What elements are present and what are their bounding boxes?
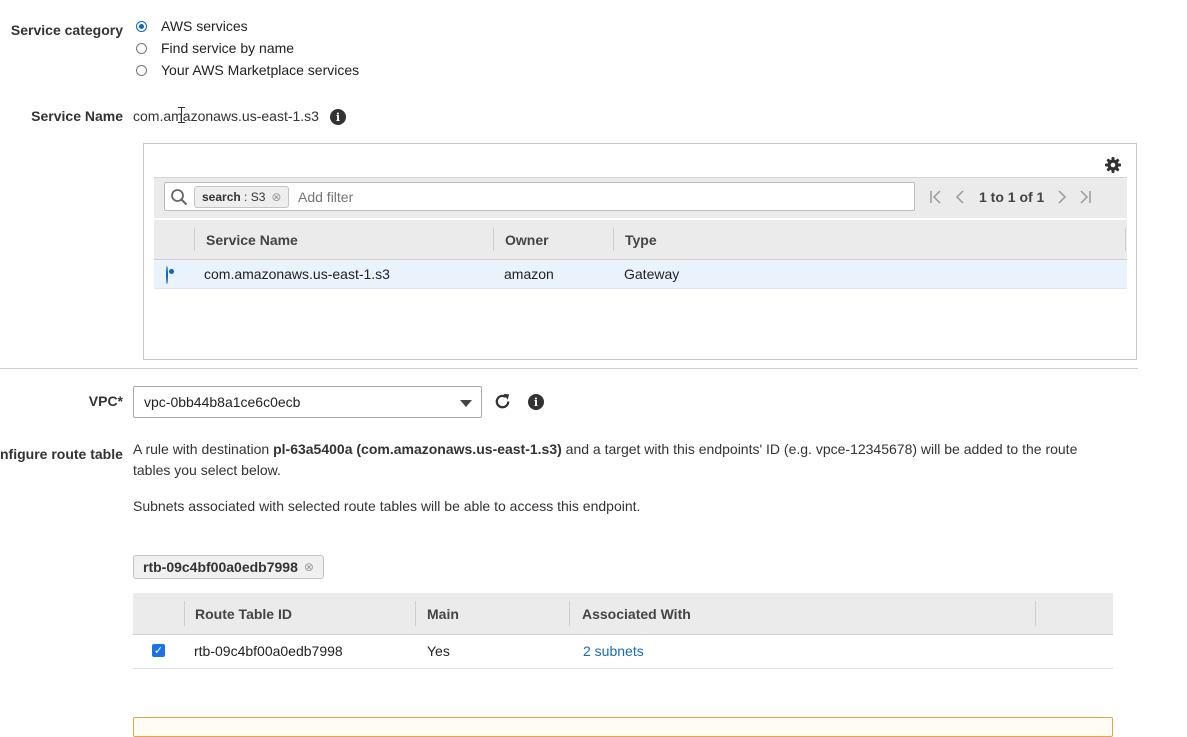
column-header-main[interactable]: Main [427, 593, 459, 634]
radio-button[interactable] [136, 64, 147, 76]
radio-label: AWS services [161, 18, 248, 34]
radio-label: Your AWS Marketplace services [161, 62, 360, 78]
services-table-header: Service Name Owner Type [154, 220, 1127, 260]
info-icon[interactable]: i [330, 109, 346, 125]
filter-token-sep: : [240, 190, 251, 204]
table-row[interactable]: ✓ rtb-09c4bf00a0edb7998 Yes 2 subnets [133, 635, 1113, 669]
column-header-type[interactable]: Type [625, 220, 657, 259]
next-page-icon[interactable] [1055, 190, 1069, 204]
route-table-token[interactable]: rtb-09c4bf00a0edb7998 ⊗ [133, 555, 324, 579]
vpc-select[interactable]: vpc-0bb44b8a1ce6c0ecb [133, 386, 482, 418]
info-icon[interactable]: i [528, 394, 544, 410]
close-icon[interactable]: ⊗ [304, 560, 314, 574]
text-cursor-icon-top [178, 107, 185, 108]
cell-main: Yes [427, 643, 450, 659]
checkbox-icon[interactable]: ✓ [152, 644, 165, 657]
text-cursor-icon-bottom [178, 122, 185, 123]
subnets-note: Subnets associated with selected route t… [133, 498, 641, 514]
column-header-route-table-id[interactable]: Route Table ID [195, 593, 292, 634]
route-tables-description: A rule with destination pl-63a5400a (com… [133, 439, 1113, 481]
radio-find-service-by-name[interactable]: Find service by name [136, 40, 294, 56]
vpc-select-value: vpc-0bb44b8a1ce6c0ecb [144, 394, 301, 410]
cell-service-name: com.amazonaws.us-east-1.s3 [204, 266, 390, 282]
cell-route-table-id: rtb-09c4bf00a0edb7998 [194, 643, 343, 659]
chevron-down-icon [460, 400, 472, 407]
filter-input[interactable] [298, 188, 698, 206]
close-icon[interactable]: ⊗ [271, 190, 281, 204]
text-cursor-icon [181, 107, 182, 123]
first-page-icon[interactable] [929, 190, 943, 204]
filter-token-value: S3 [250, 190, 266, 204]
column-header-owner[interactable]: Owner [505, 220, 549, 259]
pagination-text: 1 to 1 of 1 [979, 189, 1045, 205]
service-category-label: Service category [10, 22, 123, 38]
route-tables-label: nfigure route tables [0, 446, 123, 462]
cell-type: Gateway [624, 266, 680, 282]
route-table-token-label: rtb-09c4bf00a0edb7998 [143, 559, 298, 575]
section-divider [0, 368, 1138, 369]
filter-token-key: search [202, 190, 241, 204]
filter-token[interactable]: search : S3 ⊗ [194, 186, 290, 208]
cell-owner: amazon [504, 266, 554, 282]
cell-associated-with-link[interactable]: 2 subnets [583, 643, 644, 659]
column-header-associated-with[interactable]: Associated With [582, 593, 691, 634]
desc-text: A rule with destination [133, 441, 274, 457]
gear-icon[interactable] [1104, 156, 1122, 174]
search-icon [171, 189, 188, 206]
radio-label: Find service by name [161, 40, 295, 56]
service-name-label: Service Name [31, 108, 123, 124]
radio-button-selected[interactable] [136, 20, 147, 32]
column-header-service-name[interactable]: Service Name [206, 220, 298, 259]
table-row[interactable]: com.amazonaws.us-east-1.s3 amazon Gatewa… [154, 260, 1127, 289]
route-table-header: Route Table ID Main Associated With [133, 593, 1113, 635]
desc-text: tables you select below. [133, 462, 281, 478]
refresh-icon[interactable] [493, 392, 512, 411]
prev-page-icon[interactable] [953, 190, 967, 204]
vpc-label: VPC* [88, 393, 123, 409]
warning-box [133, 717, 1113, 737]
desc-text: and a target with this endpoints' ID (e.… [561, 441, 1078, 457]
row-radio-selected[interactable] [166, 266, 168, 284]
service-name-value: com.amazonaws.us-east-1.s3 [133, 108, 319, 124]
radio-button[interactable] [136, 42, 147, 54]
last-page-icon[interactable] [1078, 190, 1092, 204]
radio-marketplace-services[interactable]: Your AWS Marketplace services [136, 62, 359, 78]
desc-bold: pl-63a5400a (com.amazonaws.us-east-1.s3) [273, 441, 562, 457]
radio-aws-services[interactable]: AWS services [136, 18, 248, 34]
